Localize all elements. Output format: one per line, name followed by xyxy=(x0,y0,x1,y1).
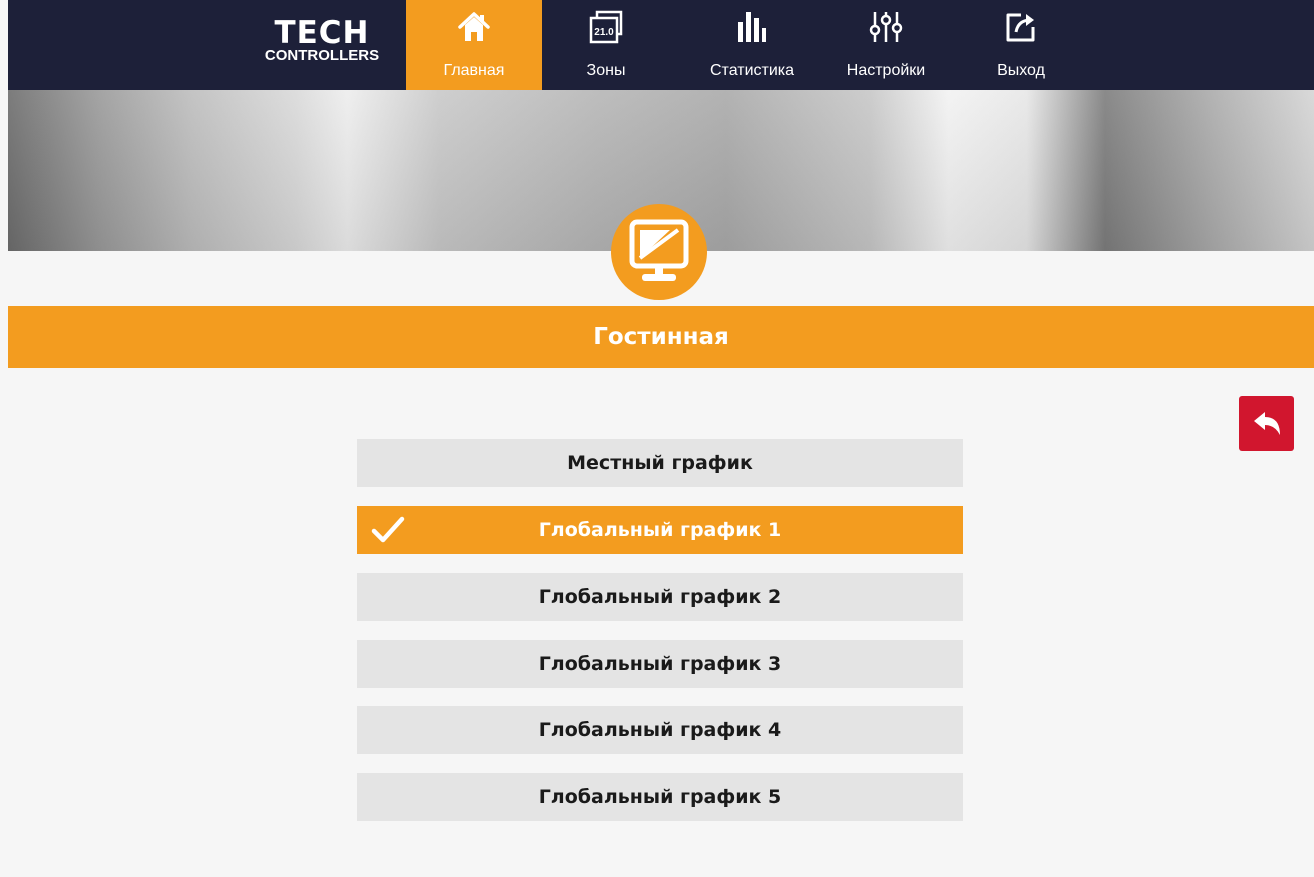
nav-logout[interactable]: Выход xyxy=(978,0,1064,90)
schedule-option-global-2[interactable]: Глобальный график 2 xyxy=(357,573,963,621)
schedule-option-global-4[interactable]: Глобальный график 4 xyxy=(357,706,963,754)
checkmark-icon xyxy=(371,515,405,550)
zones-icon-badge: 21.0 xyxy=(594,27,614,38)
back-arrow-icon xyxy=(1254,412,1280,435)
nav-statistics-label: Статистика xyxy=(709,62,795,79)
monitor-icon xyxy=(611,204,707,300)
nav-settings[interactable]: Настройки xyxy=(828,0,944,90)
back-button[interactable] xyxy=(1239,396,1294,451)
nav-zones-label: Зоны xyxy=(586,62,626,79)
schedule-option-global-3[interactable]: Глобальный график 3 xyxy=(357,640,963,688)
schedule-option-label: Глобальный график 3 xyxy=(538,653,782,675)
zone-title: Гостинная xyxy=(593,324,729,350)
schedule-option-global-5[interactable]: Глобальный график 5 xyxy=(357,773,963,821)
schedule-option-label: Глобальный график 1 xyxy=(538,519,782,541)
tech-controllers-logo[interactable]: TECH CONTROLLERS xyxy=(252,18,392,74)
schedule-option-global-1[interactable]: Глобальный график 1 xyxy=(357,506,963,554)
schedule-option-label: Глобальный график 4 xyxy=(538,719,782,741)
schedule-option-label: Глобальный график 2 xyxy=(538,586,782,608)
nav-settings-label: Настройки xyxy=(846,62,926,79)
logout-icon xyxy=(1004,10,1038,49)
statistics-icon xyxy=(736,10,768,49)
schedule-option-label: Местный график xyxy=(567,452,753,474)
nav-statistics[interactable]: Статистика xyxy=(692,0,812,90)
zones-icon: 21.0 xyxy=(588,10,624,49)
top-navigation-bar: TECH CONTROLLERS Главная 21.0 Зоны Стати… xyxy=(8,0,1314,90)
schedule-option-label: Глобальный график 5 xyxy=(538,786,782,808)
home-icon xyxy=(457,10,491,49)
schedule-option-local[interactable]: Местный график xyxy=(357,439,963,487)
nav-zones[interactable]: 21.0 Зоны xyxy=(558,0,654,90)
zone-title-bar: Гостинная xyxy=(8,306,1314,368)
settings-sliders-icon xyxy=(869,10,903,49)
nav-home-label: Главная xyxy=(443,62,505,79)
nav-home[interactable]: Главная xyxy=(406,0,542,90)
nav-logout-label: Выход xyxy=(997,62,1045,79)
logo-text-sub: CONTROLLERS xyxy=(264,47,380,64)
logo-text-main: TECH xyxy=(274,15,370,51)
